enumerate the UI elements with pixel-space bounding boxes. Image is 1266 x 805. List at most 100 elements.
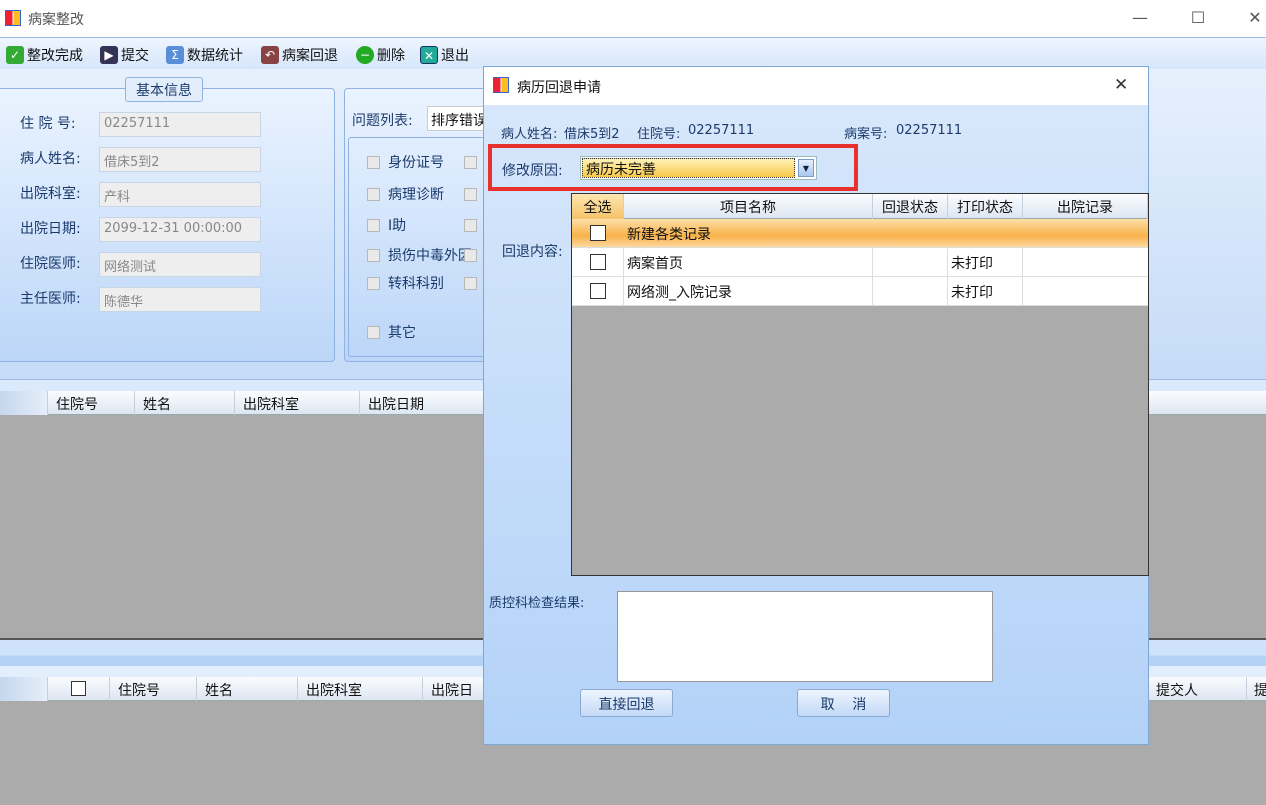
minimize-button[interactable]: — (1125, 6, 1155, 30)
maximize-button[interactable]: ☐ (1183, 6, 1213, 30)
item-name: 网络测_入院记录 (624, 277, 873, 305)
corner-cell (0, 391, 48, 415)
patient-name-value: 借床5到2 (564, 127, 620, 142)
field-value[interactable]: 02257111 (99, 112, 261, 137)
select-all-header[interactable]: 全选 (572, 194, 624, 219)
problem-checkbox[interactable] (367, 156, 380, 169)
toolbar-exit-button[interactable]: ✕ 退出 (420, 45, 469, 65)
checkbox[interactable] (590, 283, 606, 299)
print-status: 未打印 (948, 248, 1023, 276)
problem-checkbox[interactable] (367, 249, 380, 262)
toolbar-submit-button[interactable]: ▶ 提交 (100, 45, 149, 65)
col-header[interactable]: 住院号 (110, 677, 197, 701)
direct-rollback-button[interactable]: 直接回退 (580, 689, 673, 717)
checkbox[interactable] (590, 225, 606, 241)
problem-checkbox[interactable] (464, 188, 477, 201)
label: 删除 (377, 48, 405, 64)
problem-checkbox[interactable] (367, 188, 380, 201)
toolbar-rollback-button[interactable]: ↶ 病案回退 (261, 45, 338, 65)
problem-checkbox[interactable] (367, 219, 380, 232)
row-select (572, 248, 624, 276)
field-value[interactable]: 产科 (99, 182, 261, 207)
col-header[interactable]: 出院日期 (360, 391, 490, 415)
problem-checkbox[interactable] (367, 277, 380, 290)
col-header[interactable]: 打印状态 (948, 194, 1023, 219)
field-value[interactable]: 2099-12-31 00:00:00 (99, 217, 261, 242)
dialog-close-button[interactable]: ✕ (1114, 75, 1128, 95)
row-select (572, 219, 624, 247)
problem-label: 损伤中毒外因 (388, 248, 472, 264)
row-select (572, 277, 624, 305)
label: 数据统计 (187, 48, 243, 64)
col-header[interactable]: 回退状态 (873, 194, 948, 219)
case-no-value: 02257111 (896, 123, 963, 138)
dialog-title-bar: 病历回退申请 ✕ (484, 67, 1148, 105)
reason-value: 病历未完善 (582, 158, 795, 178)
patient-name-label: 病人姓名: (501, 127, 558, 142)
reason-select[interactable]: 病历未完善 ▼ (580, 156, 817, 180)
title-bar: 病案整改 — ☐ ✕ (0, 0, 1266, 37)
toolbar-delete-button[interactable]: − 删除 (356, 45, 405, 65)
checkbox[interactable] (590, 254, 606, 270)
label: 病案回退 (282, 48, 338, 64)
col-header[interactable]: 姓名 (135, 391, 235, 415)
content-label: 回退内容: (502, 244, 563, 260)
app-icon (5, 10, 21, 26)
table-row[interactable]: 新建各类记录 (572, 219, 1148, 248)
field-label: 主任医师: (20, 291, 81, 307)
toolbar-complete-button[interactable]: ✓ 整改完成 (6, 45, 83, 65)
dialog-icon (493, 77, 509, 93)
col-header[interactable]: 住院号 (48, 391, 135, 415)
inpatient-no-label: 住院号: (637, 127, 681, 142)
sigma-icon: Σ (166, 46, 184, 64)
window-title: 病案整改 (28, 12, 84, 28)
field-label: 住 院 号: (20, 116, 76, 132)
rollback-status (873, 248, 948, 276)
problem-checkbox[interactable] (464, 277, 477, 290)
discharge-record (1023, 277, 1148, 305)
col-header[interactable]: 提 (1247, 677, 1266, 701)
chevron-down-icon[interactable]: ▼ (798, 159, 814, 177)
field-value[interactable]: 借床5到2 (99, 147, 261, 172)
col-header[interactable]: 姓名 (197, 677, 298, 701)
select-all-header[interactable] (48, 677, 110, 701)
delete-icon: − (356, 46, 374, 64)
problem-list-label: 问题列表: (352, 113, 413, 129)
col-header[interactable]: 项目名称 (624, 194, 873, 219)
rollback-dialog: 病历回退申请 ✕ 病人姓名: 借床5到2 住院号: 02257111 病案号: … (483, 66, 1149, 745)
label: 退出 (441, 48, 469, 64)
table-row[interactable]: 网络测_入院记录 未打印 (572, 277, 1148, 306)
problem-checkbox[interactable] (464, 156, 477, 169)
problem-label: 转科科别 (388, 276, 444, 292)
print-status: 未打印 (948, 277, 1023, 305)
toolbar-stats-button[interactable]: Σ 数据统计 (166, 45, 243, 65)
col-header[interactable]: 提交人 (1148, 677, 1247, 701)
label: 提交 (121, 48, 149, 64)
table-row[interactable]: 病案首页 未打印 (572, 248, 1148, 277)
discharge-record (1023, 248, 1148, 276)
problem-label: 其它 (388, 325, 416, 341)
problem-label: I助 (388, 218, 407, 234)
field-value[interactable]: 陈德华 (99, 287, 261, 312)
qc-result-textarea[interactable] (617, 591, 993, 682)
problem-checkbox[interactable] (464, 249, 477, 262)
rollback-content-grid: 全选 项目名称 回退状态 打印状态 出院记录 新建各类记录 病案首页 未打印 网… (571, 193, 1149, 576)
field-label: 出院日期: (20, 221, 81, 237)
problem-checkbox[interactable] (464, 219, 477, 232)
col-header[interactable]: 出院科室 (298, 677, 423, 701)
close-button[interactable]: ✕ (1240, 6, 1266, 30)
field-label: 出院科室: (20, 186, 81, 202)
problem-checkbox[interactable] (367, 326, 380, 339)
col-header[interactable]: 出院科室 (235, 391, 360, 415)
discharge-record (1023, 219, 1148, 247)
field-value[interactable]: 网络测试 (99, 252, 261, 277)
reason-label: 修改原因: (502, 163, 563, 179)
problem-list-select[interactable]: 排序错误 (427, 106, 487, 131)
problem-label: 病理诊断 (388, 187, 444, 203)
check-icon: ✓ (6, 46, 24, 64)
cancel-button[interactable]: 取 消 (797, 689, 890, 717)
toolbar: ✓ 整改完成 ▶ 提交 Σ 数据统计 ↶ 病案回退 − 删除 ✕ 退出 (0, 37, 1266, 69)
checkbox[interactable] (71, 681, 86, 696)
col-header[interactable]: 出院记录 (1023, 194, 1148, 219)
field-label: 住院医师: (20, 256, 81, 272)
